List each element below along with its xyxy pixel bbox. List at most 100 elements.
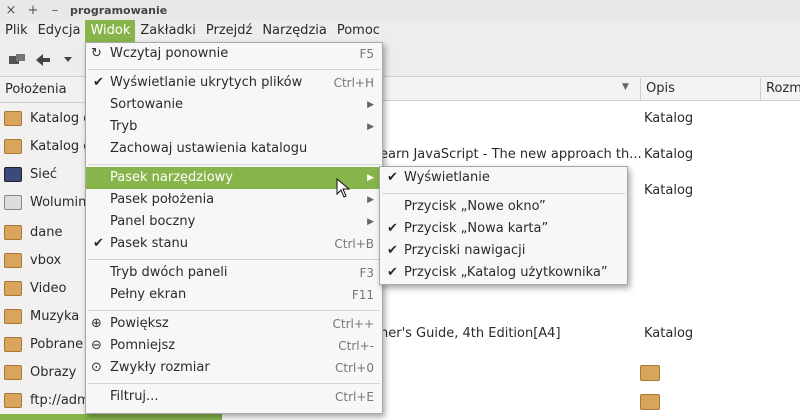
menu-plik[interactable]: Plik xyxy=(0,20,33,42)
accelerator: Ctrl+0 xyxy=(334,361,374,375)
menu-narzedzia[interactable]: Narzędzia xyxy=(257,20,332,42)
separator xyxy=(382,193,625,194)
menu-item-label: Wczytaj ponownie xyxy=(110,46,229,61)
submenu-item-nav-buttons[interactable]: ✔ Przyciski nawigacji xyxy=(380,240,627,262)
accelerator: F11 xyxy=(351,288,374,302)
menu-item-label: Zachowaj ustawienia katalogu xyxy=(110,141,308,156)
menu-item-label: Tryb xyxy=(110,119,138,134)
table-row[interactable]: Katalog xyxy=(644,326,693,341)
accelerator: Ctrl+E xyxy=(335,390,374,404)
back-arrow-icon[interactable] xyxy=(36,54,50,66)
folder-icon xyxy=(4,308,22,324)
menu-item-label: Pasek położenia xyxy=(110,192,215,207)
submenu-item-new-window[interactable]: Przycisk „Nowe okno” xyxy=(380,196,627,218)
accelerator: Ctrl++ xyxy=(332,317,374,331)
folder-icon xyxy=(4,364,22,380)
minimize-icon[interactable]: – xyxy=(44,3,66,18)
menu-item-label: Filtruj... xyxy=(110,389,159,404)
window-title: programowanie xyxy=(70,3,168,17)
submenu-arrow-icon: ▶ xyxy=(367,122,374,132)
sidebar-item-label: dane xyxy=(30,224,63,240)
table-row[interactable]: Katalog xyxy=(644,147,693,162)
menu-item-dual-pane[interactable]: Tryb dwóch paneli F3 xyxy=(86,262,382,284)
menu-zakladki[interactable]: Zakładki xyxy=(135,20,200,42)
menu-edycja[interactable]: Edycja xyxy=(33,20,86,42)
sidebar-item-label: Video xyxy=(30,280,67,296)
menu-item-label: Powiększ xyxy=(110,316,169,331)
network-icon xyxy=(4,166,22,182)
menu-item-fullscreen[interactable]: Pełny ekran F11 xyxy=(86,284,382,306)
menu-item-status-bar[interactable]: ✔ Pasek stanu Ctrl+B xyxy=(86,233,382,255)
menu-item-zoom-normal[interactable]: ⊙ Zwykły rozmiar Ctrl+0 xyxy=(86,357,382,379)
table-row[interactable]: Katalog xyxy=(644,111,693,126)
sidebar-selection-bar xyxy=(0,414,222,420)
menu-item-label: Pomniejsz xyxy=(110,338,176,353)
zoom-out-icon: ⊖ xyxy=(91,338,102,353)
accelerator: Ctrl+- xyxy=(338,339,374,353)
menu-item-label: Przycisk „Katalog użytkownika” xyxy=(404,265,608,280)
check-icon: ✔ xyxy=(387,265,398,280)
submenu-arrow-icon: ▶ xyxy=(367,173,374,183)
menu-item-label: Sortowanie xyxy=(110,97,184,112)
check-icon: ✔ xyxy=(93,75,104,90)
submenu-arrow-icon: ▶ xyxy=(367,217,374,227)
submenu-arrow-icon: ▶ xyxy=(367,195,374,205)
table-row[interactable]: Katalog xyxy=(644,183,693,198)
sidebar-item-label: vbox xyxy=(30,252,62,268)
sidebar-item-label: Wolumin xyxy=(30,194,87,210)
submenu-item-new-tab[interactable]: ✔ Przycisk „Nowa karta” xyxy=(380,218,627,240)
menu-item-label: Pasek narzędziowy xyxy=(110,170,233,185)
reload-icon: ↻ xyxy=(91,46,102,61)
history-dropdown-icon[interactable] xyxy=(64,57,72,63)
folder-icon xyxy=(640,365,660,381)
column-rozmiar[interactable]: Rozmi xyxy=(760,78,800,100)
menu-item-zoom-in[interactable]: ⊕ Powiększ Ctrl++ xyxy=(86,313,382,335)
close-icon[interactable]: × xyxy=(0,3,22,18)
submenu-arrow-icon: ▶ xyxy=(367,100,374,110)
zoom-in-icon: ⊕ xyxy=(91,316,102,331)
menu-pomoc[interactable]: Pomoc xyxy=(332,20,385,42)
menu-item-label: Tryb dwóch paneli xyxy=(110,265,228,280)
sidebar-item-label: Katalog d xyxy=(30,110,92,126)
accelerator: F5 xyxy=(359,47,374,61)
title-bar: × + – programowanie xyxy=(0,0,800,20)
check-icon: ✔ xyxy=(387,170,398,185)
row-name[interactable]: her's Guide, 4th Edition[A4] xyxy=(380,326,561,341)
menu-widok[interactable]: Widok xyxy=(85,20,136,42)
add-icon[interactable]: + xyxy=(22,3,44,18)
menu-item-sort[interactable]: Sortowanie ▶ xyxy=(86,94,382,116)
column-opis[interactable]: Opis xyxy=(640,78,762,100)
submenu-item-show[interactable]: ✔ Wyświetlanie xyxy=(380,167,627,189)
folder-icon xyxy=(4,392,22,408)
menu-item-label: Przycisk „Nowa karta” xyxy=(404,221,549,236)
folder-icon xyxy=(4,224,22,240)
menu-item-save-settings[interactable]: Zachowaj ustawienia katalogu xyxy=(86,138,382,160)
accelerator: F3 xyxy=(359,266,374,280)
folder-icon xyxy=(4,280,22,296)
sidebar-item-label: Obrazy xyxy=(30,364,77,380)
menu-bar: Plik Edycja Widok Zakładki Przejdź Narzę… xyxy=(0,20,800,42)
row-name[interactable]: earn JavaScript - The new approach th... xyxy=(380,147,642,162)
check-icon: ✔ xyxy=(93,236,104,251)
new-window-icon[interactable] xyxy=(8,54,26,66)
separator xyxy=(88,383,380,384)
sidebar-item-label: Sieć xyxy=(30,166,58,182)
folder-icon xyxy=(4,138,22,154)
menu-item-zoom-out[interactable]: ⊖ Pomniejsz Ctrl+- xyxy=(86,335,382,357)
separator xyxy=(88,310,380,311)
menu-item-reload[interactable]: ↻ Wczytaj ponownie F5 xyxy=(86,43,382,65)
check-icon: ✔ xyxy=(387,221,398,236)
home-folder-icon xyxy=(4,110,22,126)
submenu-item-home-dir[interactable]: ✔ Przycisk „Katalog użytkownika” xyxy=(380,262,627,284)
menu-item-mode[interactable]: Tryb ▶ xyxy=(86,116,382,138)
zoom-normal-icon: ⊙ xyxy=(91,360,102,375)
menu-item-show-hidden[interactable]: ✔ Wyświetlanie ukrytych plików Ctrl+H xyxy=(86,72,382,94)
menu-item-label: Przyciski nawigacji xyxy=(404,243,526,258)
folder-icon xyxy=(4,252,22,268)
menu-przejdz[interactable]: Przejdź xyxy=(201,20,257,42)
menu-item-filter[interactable]: Filtruj... Ctrl+E xyxy=(86,386,382,408)
menu-item-side-panel[interactable]: Panel boczny ▶ xyxy=(86,211,382,233)
downloads-folder-icon xyxy=(4,336,22,352)
sort-arrow-icon[interactable]: ▼ xyxy=(622,82,629,92)
check-icon: ✔ xyxy=(387,243,398,258)
